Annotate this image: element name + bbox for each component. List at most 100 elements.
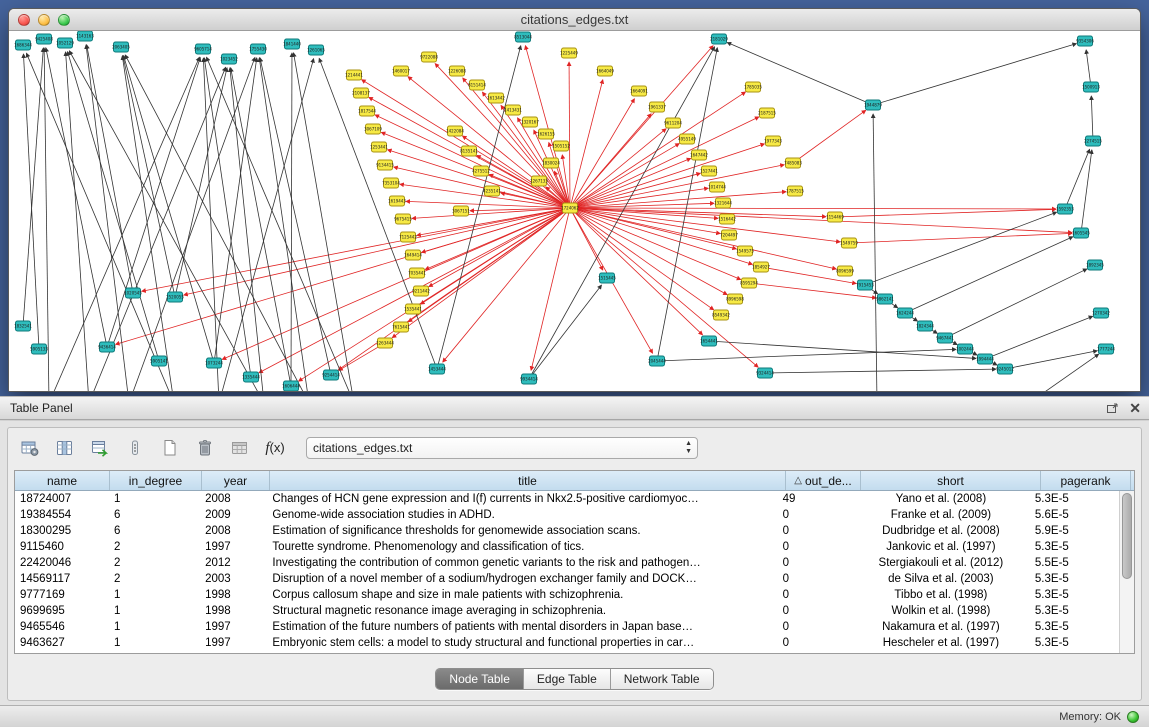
graph-node[interactable]: 9722088 — [420, 52, 438, 62]
graph-node[interactable]: 1785035 — [744, 82, 762, 92]
graph-node[interactable]: 4275512 — [472, 166, 490, 176]
graph-node[interactable]: 1320167 — [521, 117, 539, 127]
column-header-pagerank[interactable]: pagerank — [1041, 471, 1131, 490]
graph-node[interactable]: 2063405 — [112, 42, 130, 52]
column-header-out_de[interactable]: △out_de... — [786, 471, 861, 490]
graph-node[interactable]: 1549575 — [736, 246, 754, 256]
column-header-year[interactable]: year — [202, 471, 270, 490]
graph-node[interactable]: 1267133 — [530, 176, 548, 186]
graph-node[interactable]: 9254414 — [322, 370, 340, 380]
graph-node[interactable]: 1841440 — [283, 39, 301, 49]
graph-node[interactable]: 1073244 — [205, 358, 223, 368]
graph-node[interactable]: 1535441 — [404, 304, 422, 314]
graph-node[interactable]: 2045444 — [648, 356, 666, 366]
function-builder-button[interactable]: f(x) — [261, 435, 289, 461]
window-minimize-button[interactable] — [38, 14, 50, 26]
graph-node[interactable]: 1460017 — [392, 66, 410, 76]
graph-node[interactable]: 7125442 — [399, 232, 417, 242]
column-header-short[interactable]: short — [861, 471, 1041, 490]
table-row[interactable]: 946362711997Embryonic stem cells: a mode… — [15, 635, 1119, 651]
column-header-title[interactable]: title — [270, 471, 786, 490]
column-header-name[interactable]: name — [15, 471, 110, 490]
graph-node[interactable]: 9934414 — [520, 374, 538, 384]
import-table-button[interactable] — [86, 435, 114, 461]
table-row[interactable]: 977716911998Corpus callosum shape and si… — [15, 587, 1119, 603]
table-row[interactable]: 1872400712008Changes of HCN gene express… — [15, 491, 1119, 507]
table-row[interactable]: 1938455462009Genome-wide association stu… — [15, 507, 1119, 523]
graph-node[interactable]: 1592353 — [1056, 204, 1074, 214]
graph-node[interactable]: 1527441 — [700, 166, 718, 176]
graph-node[interactable]: 1892345 — [1086, 260, 1104, 270]
table-row[interactable]: 911546021997Tourette syndrome. Phenomeno… — [15, 539, 1119, 555]
graph-node[interactable]: 9134415 — [376, 160, 394, 170]
graph-node[interactable]: 1225449 — [560, 48, 578, 58]
graph-node[interactable]: 9245012 — [996, 364, 1014, 374]
table-scrollbar[interactable] — [1119, 491, 1134, 653]
graph-node[interactable]: 1787515 — [786, 186, 804, 196]
graph-node[interactable]: 1505152 — [552, 141, 570, 151]
graph-node[interactable]: 1994444 — [976, 354, 994, 364]
tab-edge-table[interactable]: Edge Table — [524, 669, 611, 689]
table-row[interactable]: 969969511998Structural magnetic resonanc… — [15, 603, 1119, 619]
graph-node[interactable]: 1453444 — [428, 364, 446, 374]
graph-node[interactable]: 9324414 — [756, 368, 774, 378]
graph-node[interactable]: 8595294 — [740, 278, 758, 288]
graph-node[interactable]: 1613442 — [487, 93, 505, 103]
graph-node[interactable]: 1664091 — [630, 86, 648, 96]
graph-node[interactable]: 9354306 — [1076, 36, 1094, 46]
graph-node[interactable]: 7485083 — [784, 158, 802, 168]
graph-node[interactable]: 1143163 — [76, 31, 94, 41]
window-titlebar[interactable]: citations_edges.txt — [9, 9, 1140, 31]
graph-node[interactable]: 1830024 — [542, 158, 560, 168]
graph-node[interactable]: 7035441 — [408, 268, 426, 278]
graph-node[interactable]: 2181029 — [710, 34, 728, 44]
graph-node[interactable]: 4955149 — [678, 134, 696, 144]
graph-node[interactable]: 1832541 — [14, 321, 32, 331]
graph-node[interactable]: 1263444 — [376, 338, 394, 348]
graph-node[interactable]: 8151414 — [468, 80, 486, 90]
graph-node[interactable]: 1944879 — [864, 100, 882, 110]
network-canvas[interactable]: 1724062121444121081371817544306710912534… — [9, 31, 1140, 391]
graph-node[interactable]: 1023452 — [220, 54, 238, 64]
graph-node[interactable]: 1777244 — [1097, 344, 1115, 354]
graph-node[interactable]: 1261065 — [307, 45, 325, 55]
float-panel-icon[interactable] — [1106, 402, 1119, 415]
graph-node[interactable]: 1606444 — [282, 381, 300, 391]
graph-node[interactable]: 3067151 — [452, 206, 470, 216]
graph-node[interactable]: 8096599 — [836, 266, 854, 276]
graph-node[interactable]: 9211442 — [412, 286, 430, 296]
graph-node[interactable]: 1619443 — [388, 196, 406, 206]
graph-node[interactable]: 8135141 — [460, 146, 478, 156]
graph-node[interactable]: 1624244 — [896, 308, 914, 318]
graph-node[interactable]: 7204497 — [720, 230, 738, 240]
graph-node[interactable]: 1020545 — [124, 288, 142, 298]
graph-node[interactable]: 7615441 — [392, 322, 410, 332]
graph-node[interactable]: 1961337 — [648, 102, 666, 112]
graph-node[interactable]: 1413431 — [504, 105, 522, 115]
graph-node[interactable]: 7915453 — [856, 280, 874, 290]
window-close-button[interactable] — [18, 14, 30, 26]
graph-node[interactable]: 1724062 — [561, 203, 579, 213]
graph-node[interactable]: 1605545 — [1072, 228, 1090, 238]
graph-node[interactable]: 1253441 — [370, 142, 388, 152]
merge-table-button[interactable] — [226, 435, 254, 461]
column-selector-button[interactable] — [121, 435, 149, 461]
graph-node[interactable]: 3067109 — [364, 124, 382, 134]
graph-node[interactable]: 8513044 — [514, 32, 532, 42]
graph-node[interactable]: 2187515 — [758, 108, 776, 118]
graph-node[interactable]: 9611204 — [664, 118, 682, 128]
graph-node[interactable]: 1664049 — [596, 66, 614, 76]
graph-node[interactable]: 1755430 — [249, 44, 267, 54]
graph-node[interactable]: 4235141 — [483, 186, 501, 196]
table-source-dropdown[interactable]: citations_edges.txt ▲▼ — [306, 437, 698, 459]
network-window[interactable]: citations_edges.txt 17240621214441210813… — [8, 8, 1141, 392]
column-header-in_degree[interactable]: in_degree — [110, 471, 202, 490]
graph-node[interactable]: 1500913 — [1082, 82, 1100, 92]
graph-node[interactable]: 1686344 — [14, 40, 32, 50]
graph-node[interactable]: 1270342 — [1092, 308, 1110, 318]
table-settings-button[interactable] — [16, 435, 44, 461]
graph-node[interactable]: 8549342 — [712, 310, 730, 320]
table-row[interactable]: 2242004622012Investigating the contribut… — [15, 555, 1119, 571]
network-view[interactable]: 1724062121444121081371817544306710912534… — [9, 31, 1140, 391]
graph-node[interactable]: 1977343 — [764, 136, 782, 146]
